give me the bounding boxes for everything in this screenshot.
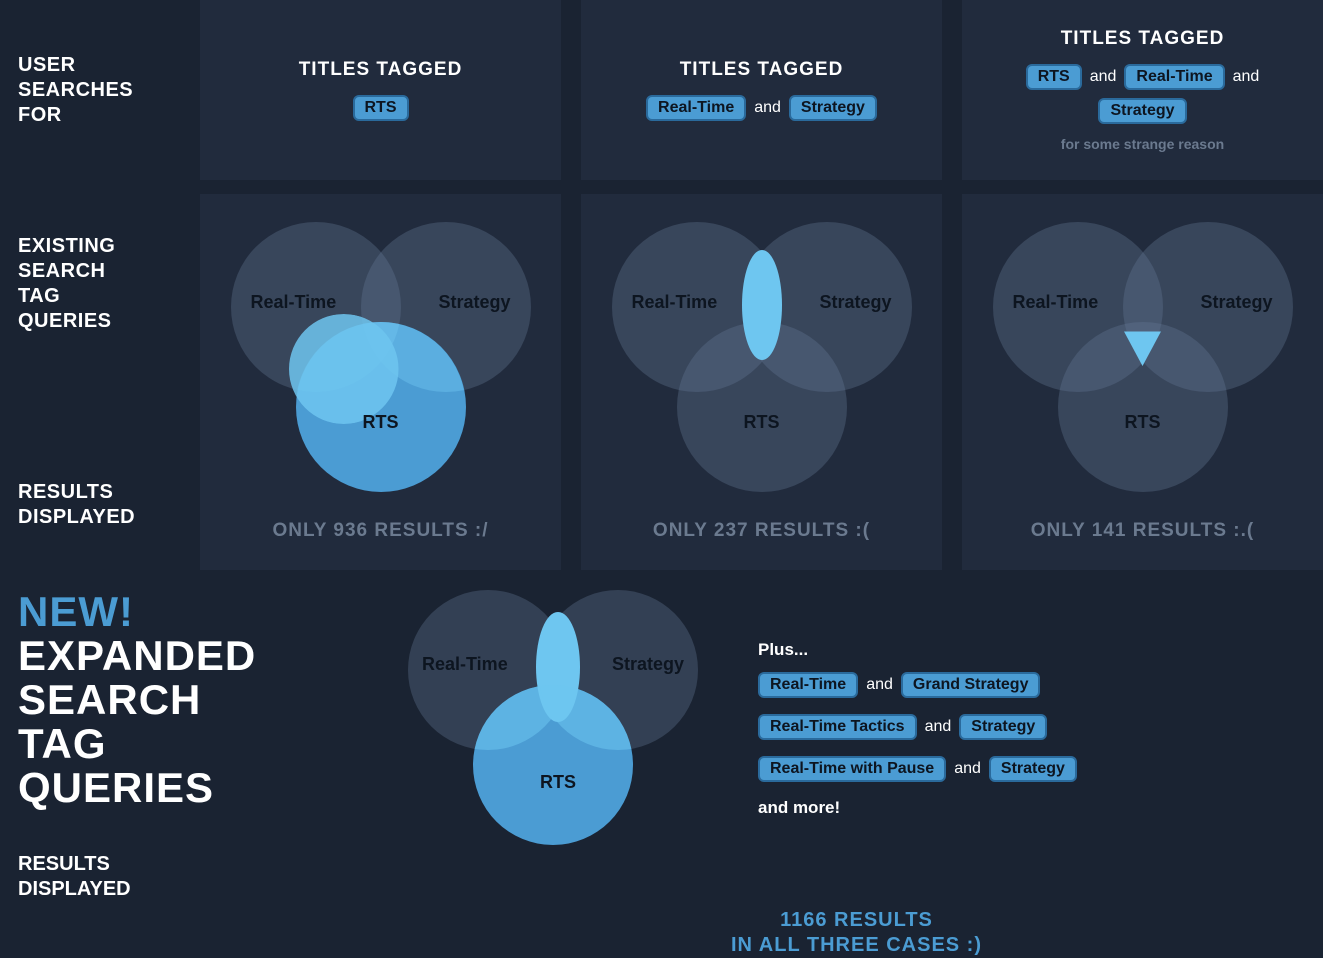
result-text-936: ONLY 936 RESULTS :/ xyxy=(272,520,488,542)
expanded-heading-block: NEW! EXPANDEDSEARCHTAGQUERIES RESULTSDIS… xyxy=(18,590,398,902)
tag-strategy: Strategy xyxy=(1098,98,1186,124)
venn-label-rts: RTS xyxy=(744,412,780,433)
tag-real-time-with-pause: Real-Time with Pause xyxy=(758,756,946,782)
tag-strategy: Strategy xyxy=(989,756,1077,782)
and-text: and xyxy=(1233,68,1260,86)
venn-diagram-expanded: Real-Time Strategy RTS xyxy=(408,590,708,880)
row-user-searches: USERSEARCHESFOR TITLES TAGGED RTS TITLES… xyxy=(0,0,1323,180)
tag-real-time: Real-Time xyxy=(758,672,858,698)
tag-row: RTS xyxy=(353,95,409,121)
tag-rts: RTS xyxy=(1026,64,1082,90)
new-label: NEW! xyxy=(18,588,134,635)
result-text-141: ONLY 141 RESULTS :.( xyxy=(1031,520,1254,542)
venn-label-strategy: Strategy xyxy=(612,654,684,675)
plus-column: Plus... Real-Time and Grand Strategy Rea… xyxy=(758,590,1305,902)
venn-label-rts: RTS xyxy=(363,412,399,433)
expanded-results-line1: 1166 RESULTS xyxy=(408,908,1305,933)
tag-strategy: Strategy xyxy=(959,714,1047,740)
and-text: and xyxy=(866,676,893,694)
venn-label-strategy: Strategy xyxy=(438,292,510,313)
and-text: and xyxy=(954,760,981,778)
venn-label-rts: RTS xyxy=(1125,412,1161,433)
side-label-user-searches: USERSEARCHESFOR xyxy=(0,0,180,180)
plus-row-3: Real-Time with Pause and Strategy xyxy=(758,756,1305,782)
venn-diagram-all-three: Real-Time Strategy RTS xyxy=(993,222,1293,502)
strange-reason-note: for some strange reason xyxy=(1061,136,1224,152)
venn-diagram-rts: Real-Time Strategy RTS xyxy=(231,222,531,502)
result-text-237: ONLY 237 RESULTS :( xyxy=(653,520,870,542)
tag-real-time: Real-Time xyxy=(1124,64,1224,90)
titles-tagged-heading: TITLES TAGGED xyxy=(1061,28,1225,50)
row-existing-queries: EXISTINGSEARCHTAGQUERIES RESULTSDISPLAYE… xyxy=(0,194,1323,570)
titles-tagged-heading: TITLES TAGGED xyxy=(299,59,463,81)
side-label-existing-top: EXISTINGSEARCHTAGQUERIES xyxy=(18,214,180,334)
venn-label-rts: RTS xyxy=(540,772,576,793)
tag-strategy: Strategy xyxy=(789,95,877,121)
venn-cell-rt-strategy: Real-Time Strategy RTS ONLY 237 RESULTS … xyxy=(581,194,942,570)
expanded-heading: EXPANDEDSEARCHTAGQUERIES xyxy=(18,632,256,811)
cell-search-all-three: TITLES TAGGED RTS and Real-Time and Stra… xyxy=(962,0,1323,180)
venn-label-real-time: Real-Time xyxy=(251,292,337,313)
plus-row-1: Real-Time and Grand Strategy xyxy=(758,672,1305,698)
expanded-section: NEW! EXPANDEDSEARCHTAGQUERIES RESULTSDIS… xyxy=(0,570,1323,958)
venn-label-real-time: Real-Time xyxy=(1013,292,1099,313)
titles-tagged-heading: TITLES TAGGED xyxy=(680,59,844,81)
expanded-results-text: 1166 RESULTS IN ALL THREE CASES :) xyxy=(408,908,1305,958)
venn-label-real-time: Real-Time xyxy=(632,292,718,313)
venn-cell-rts: Real-Time Strategy RTS ONLY 936 RESULTS … xyxy=(200,194,561,570)
cell-search-rt-strategy: TITLES TAGGED Real-Time and Strategy xyxy=(581,0,942,180)
tag-row: RTS and Real-Time and Strategy xyxy=(982,64,1303,124)
tag-real-time-tactics: Real-Time Tactics xyxy=(758,714,917,740)
venn-label-strategy: Strategy xyxy=(819,292,891,313)
venn-label-strategy: Strategy xyxy=(1200,292,1272,313)
and-text: and xyxy=(925,718,952,736)
venn-expanded-wrap: Real-Time Strategy RTS xyxy=(408,590,748,902)
plus-heading: Plus... xyxy=(758,640,1305,660)
overlap-rt-strategy xyxy=(742,250,782,360)
tag-grand-strategy: Grand Strategy xyxy=(901,672,1041,698)
tag-rts: RTS xyxy=(353,95,409,121)
and-text: and xyxy=(754,99,781,117)
expanded-results-line2: IN ALL THREE CASES :) xyxy=(408,933,1305,958)
venn-cell-all-three: Real-Time Strategy RTS ONLY 141 RESULTS … xyxy=(962,194,1323,570)
results-displayed-label: RESULTSDISPLAYED xyxy=(18,852,398,902)
tag-row: Real-Time and Strategy xyxy=(646,95,877,121)
side-label-results-displayed: RESULTSDISPLAYED xyxy=(18,480,180,550)
venn-diagram-rt-strategy: Real-Time Strategy RTS xyxy=(612,222,912,502)
cell-search-rts: TITLES TAGGED RTS xyxy=(200,0,561,180)
and-text: and xyxy=(1090,68,1117,86)
venn-label-real-time: Real-Time xyxy=(422,654,508,675)
side-label-existing: EXISTINGSEARCHTAGQUERIES RESULTSDISPLAYE… xyxy=(0,194,180,570)
and-more-text: and more! xyxy=(758,798,1305,818)
tag-real-time: Real-Time xyxy=(646,95,746,121)
plus-row-2: Real-Time Tactics and Strategy xyxy=(758,714,1305,740)
